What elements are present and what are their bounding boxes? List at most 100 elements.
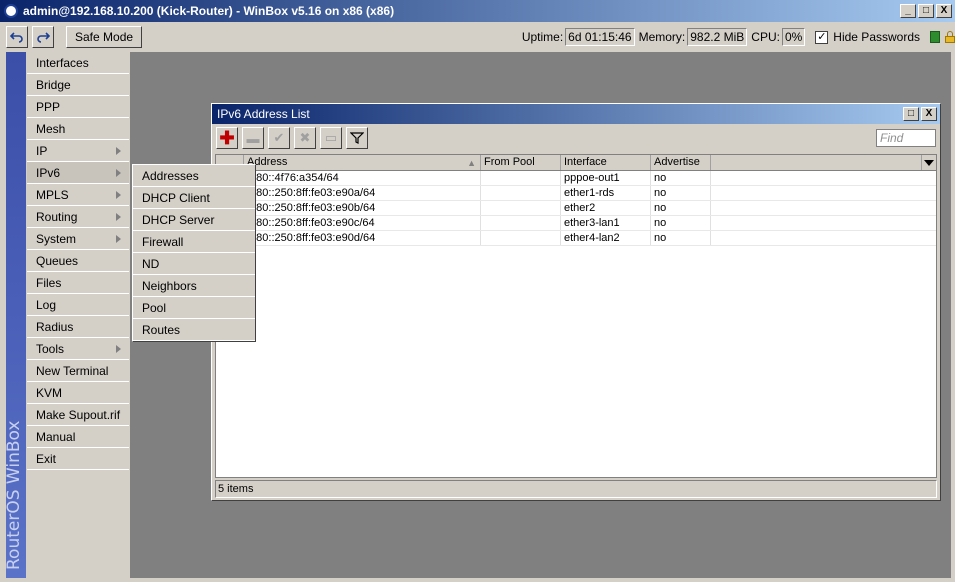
cell-address: fe80::250:8ff:fe03:e90b/64 xyxy=(244,201,481,215)
cell-interface: ether4-lan2 xyxy=(561,231,651,245)
menu-item-label: Interfaces xyxy=(36,56,89,70)
menu-item-mesh[interactable]: Mesh xyxy=(27,118,129,140)
cell-advertise: no xyxy=(651,171,711,185)
hide-passwords-checkbox[interactable]: ✓ xyxy=(815,30,829,44)
menu-item-radius[interactable]: Radius xyxy=(27,316,129,338)
table-row[interactable]: fe80::4f76:a354/64 pppoe-out1 no xyxy=(216,171,936,186)
cell-address: fe80::250:8ff:fe03:e90d/64 xyxy=(244,231,481,245)
menu-item-label: New Terminal xyxy=(36,364,109,378)
submenu-item-dhcp-server[interactable]: DHCP Server xyxy=(133,209,255,231)
table-row[interactable]: fe80::250:8ff:fe03:e90a/64 ether1-rds no xyxy=(216,186,936,201)
close-button[interactable]: X xyxy=(936,4,952,18)
menu-item-label: Queues xyxy=(36,254,79,268)
table-row[interactable]: fe80::250:8ff:fe03:e90b/64 ether2 no xyxy=(216,201,936,216)
menu-item-label: Bridge xyxy=(36,78,71,92)
cpu-label: CPU: xyxy=(751,30,780,44)
find-input[interactable]: Find xyxy=(876,129,936,147)
menu-item-ppp[interactable]: PPP xyxy=(27,96,129,118)
list-window-close-button[interactable]: X xyxy=(921,107,937,121)
ipv6-submenu: Addresses DHCP Client DHCP Server Firewa… xyxy=(132,164,256,342)
list-window-title-bar[interactable]: IPv6 Address List □ X xyxy=(212,104,940,124)
menu-item-system[interactable]: System xyxy=(27,228,129,250)
submenu-item-pool[interactable]: Pool xyxy=(133,297,255,319)
maximize-button[interactable]: □ xyxy=(918,4,934,18)
column-header-filler xyxy=(711,155,922,170)
main-toolbar: Safe Mode Uptime: 6d 01:15:46 Memory: 98… xyxy=(0,22,955,52)
menu-item-new-terminal[interactable]: New Terminal xyxy=(27,360,129,382)
menu-item-queues[interactable]: Queues xyxy=(27,250,129,272)
cell-advertise: no xyxy=(651,186,711,200)
submenu-item-addresses[interactable]: Addresses xyxy=(133,165,255,187)
winbox-app-icon xyxy=(4,4,18,18)
cell-from-pool xyxy=(481,186,561,200)
menu-item-manual[interactable]: Manual xyxy=(27,426,129,448)
column-header-address[interactable]: Address ▲ xyxy=(244,155,481,170)
list-status-bar: 5 items xyxy=(215,480,937,498)
brand-bar: RouterOS WinBox xyxy=(4,52,26,578)
menu-item-label: Tools xyxy=(36,342,65,356)
menu-item-tools[interactable]: Tools xyxy=(27,338,129,360)
hide-passwords-label: Hide Passwords xyxy=(833,30,920,44)
main-menu: Interfaces Bridge PPP Mesh IP IPv6 MPLS … xyxy=(27,52,129,470)
list-window-maximize-button[interactable]: □ xyxy=(903,107,919,121)
menu-item-label: Exit xyxy=(36,452,57,466)
menu-item-label: System xyxy=(36,232,77,246)
disable-button[interactable]: ✖ xyxy=(294,127,316,149)
menu-item-make-supout[interactable]: Make Supout.rif xyxy=(27,404,129,426)
uptime-value: 6d 01:15:46 xyxy=(565,28,635,46)
submenu-arrow-icon xyxy=(116,213,121,221)
redo-button[interactable] xyxy=(32,26,54,48)
menu-item-mpls[interactable]: MPLS xyxy=(27,184,129,206)
menu-item-files[interactable]: Files xyxy=(27,272,129,294)
menu-item-kvm[interactable]: KVM xyxy=(27,382,129,404)
comment-icon: ▭ xyxy=(324,130,338,145)
cell-advertise: no xyxy=(651,201,711,215)
menu-item-ip[interactable]: IP xyxy=(27,140,129,162)
filter-button[interactable] xyxy=(346,127,368,149)
list-window-toolbar: ✚ ▬ ✔ ✖ ▭ Find xyxy=(212,124,940,152)
menu-item-routing[interactable]: Routing xyxy=(27,206,129,228)
submenu-item-firewall[interactable]: Firewall xyxy=(133,231,255,253)
plus-icon: ✚ xyxy=(219,127,235,148)
column-header-from-pool[interactable]: From Pool xyxy=(481,155,561,170)
submenu-item-routes[interactable]: Routes xyxy=(133,319,255,341)
main-title-bar: admin@192.168.10.200 (Kick-Router) - Win… xyxy=(0,0,955,22)
check-icon: ✔ xyxy=(273,130,285,145)
menu-item-ipv6[interactable]: IPv6 xyxy=(27,162,129,184)
memory-label: Memory: xyxy=(638,30,686,44)
add-button[interactable]: ✚ xyxy=(216,127,238,149)
submenu-arrow-icon xyxy=(116,345,121,353)
comment-button[interactable]: ▭ xyxy=(320,127,342,149)
table-row[interactable]: fe80::250:8ff:fe03:e90d/64 ether4-lan2 n… xyxy=(216,231,936,246)
cell-address: fe80::4f76:a354/64 xyxy=(244,171,481,185)
enable-button[interactable]: ✔ xyxy=(268,127,290,149)
table-header: Address ▲ From Pool Interface Advertise xyxy=(216,155,936,171)
submenu-item-dhcp-client[interactable]: DHCP Client xyxy=(133,187,255,209)
window-title: admin@192.168.10.200 (Kick-Router) - Win… xyxy=(23,4,395,18)
submenu-arrow-icon xyxy=(116,191,121,199)
submenu-item-neighbors[interactable]: Neighbors xyxy=(133,275,255,297)
submenu-item-nd[interactable]: ND xyxy=(133,253,255,275)
menu-item-interfaces[interactable]: Interfaces xyxy=(27,52,129,74)
remove-button[interactable]: ▬ xyxy=(242,127,264,149)
status-indicator-icon xyxy=(930,31,940,43)
brand-text: RouterOS WinBox xyxy=(4,420,24,570)
column-header-advertise[interactable]: Advertise xyxy=(651,155,711,170)
column-chooser-dropdown-icon[interactable] xyxy=(922,155,936,170)
column-header-interface[interactable]: Interface xyxy=(561,155,651,170)
cell-from-pool xyxy=(481,171,561,185)
cell-from-pool xyxy=(481,216,561,230)
cpu-stat: CPU: 0% xyxy=(751,28,806,46)
menu-item-log[interactable]: Log xyxy=(27,294,129,316)
minimize-button[interactable]: _ xyxy=(900,4,916,18)
memory-stat: Memory: 982.2 MiB xyxy=(639,28,748,46)
cell-from-pool xyxy=(481,201,561,215)
safe-mode-button[interactable]: Safe Mode xyxy=(66,26,143,48)
menu-item-exit[interactable]: Exit xyxy=(27,448,129,470)
menu-item-bridge[interactable]: Bridge xyxy=(27,74,129,96)
cell-interface: ether3-lan1 xyxy=(561,216,651,230)
sort-ascending-icon: ▲ xyxy=(467,158,476,168)
table-row[interactable]: fe80::250:8ff:fe03:e90c/64 ether3-lan1 n… xyxy=(216,216,936,231)
undo-button[interactable] xyxy=(6,26,28,48)
minus-icon: ▬ xyxy=(246,130,260,146)
